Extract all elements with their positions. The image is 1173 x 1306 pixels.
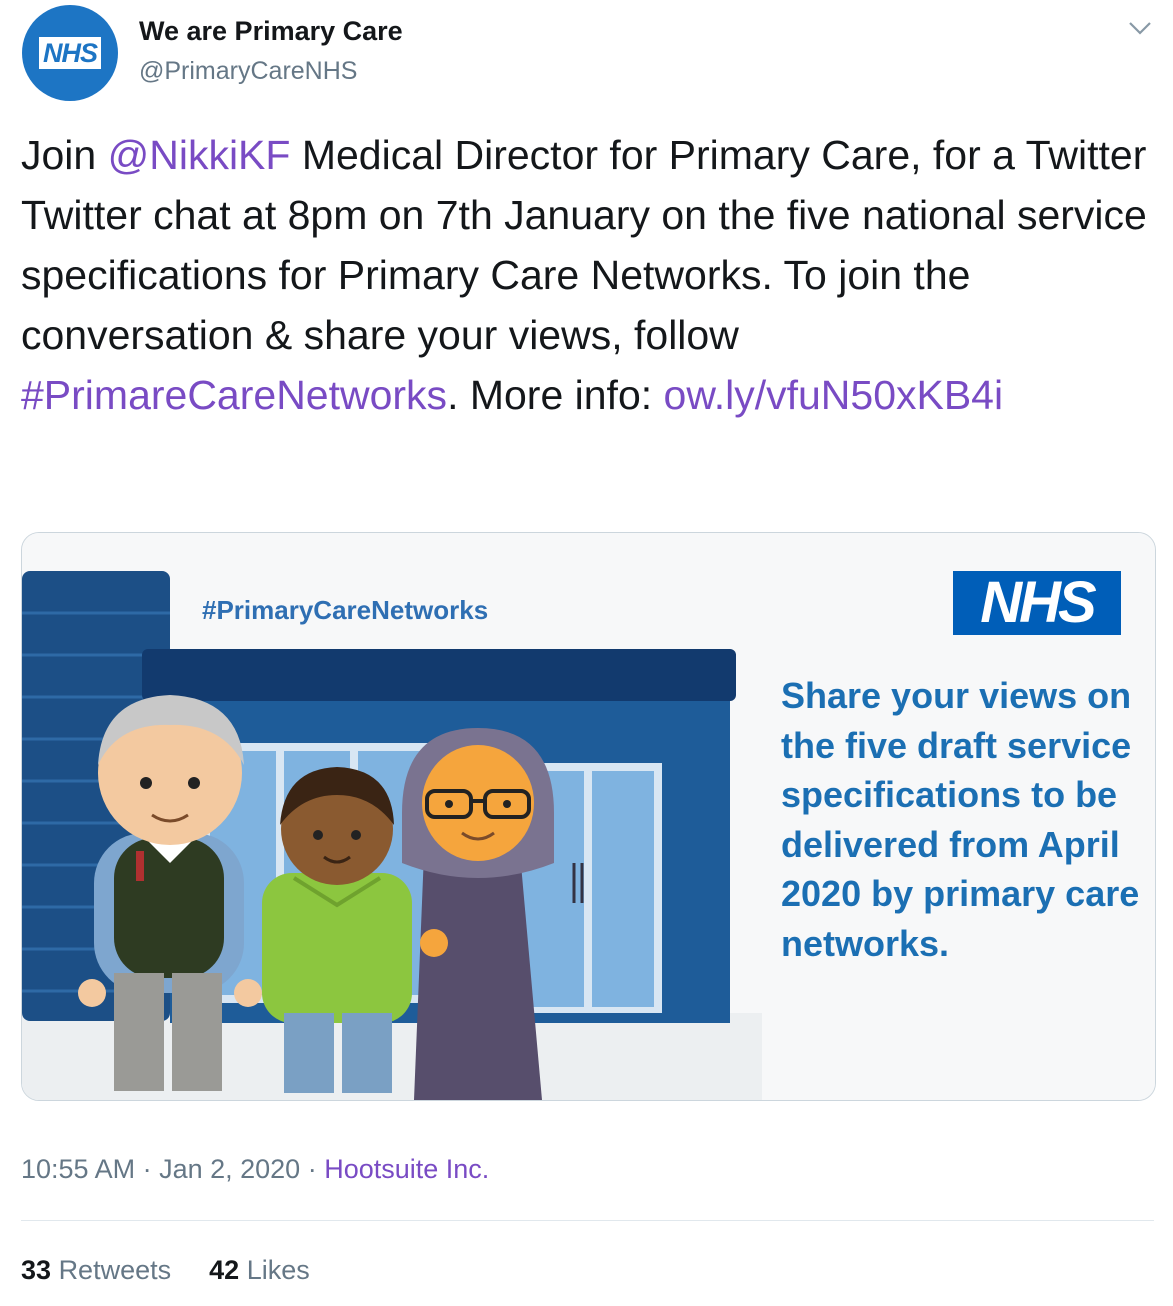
url-link[interactable]: ow.ly/vfuN50xKB4i: [664, 372, 1004, 418]
nhs-logo-text: NHS: [980, 570, 1096, 635]
tweet-stats: 33 Retweets 42 Likes: [21, 1255, 310, 1286]
tweet-text-part: . More info:: [447, 372, 664, 418]
tweet-meta: 10:55 AM · Jan 2, 2020 · Hootsuite Inc.: [21, 1154, 489, 1185]
meta-separator: ·: [300, 1154, 325, 1184]
tweet-time[interactable]: 10:55 AM: [21, 1154, 135, 1184]
nhs-logo-avatar: NHS: [38, 37, 101, 69]
image-share-text: Share your views on the five draft servi…: [781, 675, 1140, 964]
tweet-source[interactable]: Hootsuite Inc.: [324, 1154, 489, 1184]
nhs-logo: NHS: [953, 571, 1121, 635]
author-display-name[interactable]: We are Primary Care: [139, 16, 403, 47]
retweets-count: 33: [21, 1255, 52, 1285]
tweet-date[interactable]: Jan 2, 2020: [159, 1154, 300, 1184]
image-hashtag: #PrimaryCareNetworks: [202, 595, 489, 625]
avatar[interactable]: NHS: [22, 5, 118, 101]
likes-label: Likes: [246, 1255, 310, 1285]
mention-link[interactable]: @NikkiKF: [108, 132, 291, 178]
tweet-text: Join @NikkiKF Medical Director for Prima…: [21, 125, 1151, 425]
tweet-text-part: Join: [21, 132, 108, 178]
meta-separator: ·: [135, 1154, 160, 1184]
retweets-stat[interactable]: 33 Retweets: [21, 1255, 171, 1285]
media-image[interactable]: #PrimaryCareNetworks NHS Share your view…: [21, 532, 1156, 1101]
retweets-label: Retweets: [58, 1255, 172, 1285]
author-handle[interactable]: @PrimaryCareNHS: [139, 57, 357, 86]
likes-count: 42: [209, 1255, 240, 1285]
divider: [21, 1220, 1154, 1221]
chevron-down-icon[interactable]: [1126, 16, 1154, 40]
likes-stat[interactable]: 42 Likes: [209, 1255, 310, 1285]
hashtag-link[interactable]: #PrimareCareNetworks: [21, 372, 447, 418]
